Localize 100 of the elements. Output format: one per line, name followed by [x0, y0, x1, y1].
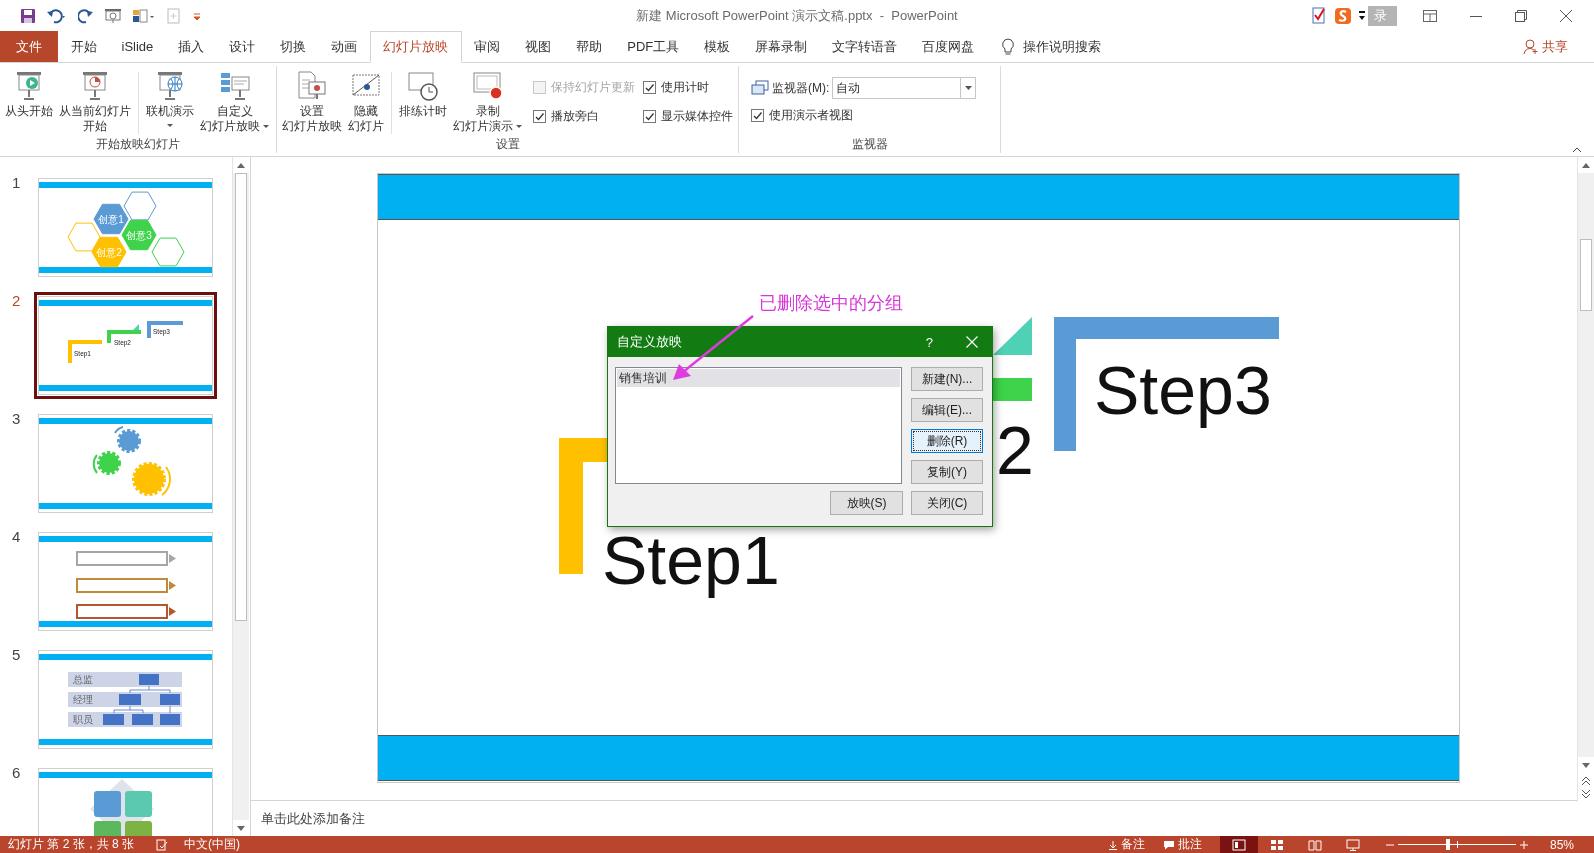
- app-badge-icon[interactable]: [1334, 6, 1352, 25]
- ribbon-tab[interactable]: iSlide: [109, 31, 166, 62]
- previous-slide-icon[interactable]: [1582, 777, 1590, 786]
- ribbon-options-icon[interactable]: [1423, 9, 1437, 22]
- scroll-thumb[interactable]: [1580, 239, 1592, 311]
- view-button[interactable]: [1219, 836, 1258, 853]
- ribbon-button[interactable]: 从头开始: [2, 68, 56, 121]
- ribbon-tab[interactable]: 百度网盘: [909, 31, 987, 62]
- window-title: 新建 Microsoft PowerPoint 演示文稿.pptx - PowerPoint: [636, 6, 958, 25]
- checkbox[interactable]: 显示媒体控件: [643, 108, 733, 125]
- ribbon-button[interactable]: 从当前幻灯片 开始: [56, 68, 134, 136]
- scroll-up-icon[interactable]: [237, 162, 245, 168]
- language-indicator[interactable]: 中文(中国): [184, 836, 241, 853]
- slide-number: 5: [11, 646, 22, 663]
- presenter-icon[interactable]: [104, 7, 122, 24]
- ribbon-tab[interactable]: 设计: [216, 31, 268, 62]
- save-icon[interactable]: [20, 7, 36, 24]
- dialog-button[interactable]: 放映(S): [830, 491, 903, 515]
- file-tab[interactable]: 文件: [0, 31, 58, 62]
- collapse-ribbon-icon[interactable]: [1572, 147, 1582, 153]
- scroll-down-icon[interactable]: [237, 825, 245, 831]
- restore-icon[interactable]: [1515, 9, 1527, 22]
- document-screen-icon: [296, 70, 328, 102]
- dialog-button[interactable]: 编辑(E)...: [911, 398, 983, 422]
- ribbon-tab[interactable]: 屏幕录制: [742, 31, 820, 62]
- toolbar-label: 录: [1368, 5, 1397, 26]
- checkmark-icon: [644, 82, 655, 93]
- redo-icon[interactable]: [78, 7, 94, 24]
- slide-counter: 幻灯片 第 2 张，共 8 张: [8, 836, 135, 853]
- thumbnail-text: 创意2: [96, 247, 122, 258]
- screen-view-icon: [1345, 838, 1360, 851]
- undo-icon[interactable]: [46, 7, 68, 24]
- ribbon-tab[interactable]: 视图: [512, 31, 564, 62]
- group-label: 设置: [494, 136, 521, 153]
- ribbon-tab[interactable]: 切换: [267, 31, 319, 62]
- checkbox[interactable]: 使用演示者视图: [751, 107, 977, 124]
- checkbox[interactable]: 使用计时: [643, 79, 733, 96]
- notes-icon: [1107, 839, 1118, 850]
- ribbon-button[interactable]: 设置 幻灯片放映: [279, 68, 345, 136]
- person-add-icon: [1523, 38, 1539, 55]
- ribbon-button[interactable]: 隐藏 幻灯片: [345, 68, 387, 136]
- ribbon-tab[interactable]: PDF工具: [614, 31, 692, 62]
- ribbon-tab[interactable]: 审阅: [461, 31, 513, 62]
- ribbon-tab[interactable]: 动画: [318, 31, 370, 62]
- scroll-thumb[interactable]: [235, 173, 247, 621]
- notes-placeholder[interactable]: 单击此处添加备注: [261, 809, 365, 828]
- dialog-button[interactable]: 复制(Y): [911, 460, 983, 484]
- layout-icon[interactable]: [132, 7, 156, 24]
- book-view-icon: [1307, 838, 1322, 851]
- annotation-text: 已删除选中的分组: [759, 292, 903, 315]
- dialog-button[interactable]: 新建(N)...: [911, 367, 983, 391]
- clock-screen-icon: [407, 70, 439, 102]
- checkmark-icon: [752, 110, 763, 121]
- notes-button[interactable]: 备注: [1107, 836, 1145, 853]
- thumbnail-text: 创意1: [98, 214, 124, 225]
- slide-number: 3: [11, 410, 22, 427]
- scroll-down-icon[interactable]: [1582, 762, 1590, 768]
- slide-number: 4: [11, 528, 22, 545]
- ribbon-tab[interactable]: 幻灯片放映: [369, 31, 462, 63]
- zoom-in-icon[interactable]: [1519, 840, 1528, 849]
- document-check-icon[interactable]: [1310, 6, 1328, 25]
- ribbon-tab[interactable]: 模板: [691, 31, 743, 62]
- close-icon[interactable]: [1560, 9, 1572, 22]
- checkmark-icon: [644, 111, 655, 122]
- thumbnail-text: 创意3: [126, 230, 152, 241]
- scroll-up-icon[interactable]: [1582, 162, 1590, 168]
- select-field[interactable]: 自动: [832, 77, 977, 99]
- ribbon-button[interactable]: 联机演示: [143, 68, 197, 130]
- ribbon-tab[interactable]: 插入: [165, 31, 217, 62]
- ribbon-button[interactable]: 排练计时: [396, 68, 450, 121]
- dialog-button[interactable]: 关闭(C): [911, 491, 983, 515]
- share-button[interactable]: 共享: [1523, 31, 1568, 62]
- slider-thumb[interactable]: [1445, 839, 1450, 850]
- comments-button[interactable]: 批注: [1162, 836, 1202, 853]
- dialog-button[interactable]: 删除(R): [911, 429, 983, 453]
- checkbox[interactable]: 播放旁白: [533, 108, 635, 125]
- lightbulb-icon: [1000, 37, 1015, 56]
- ribbon-button[interactable]: 录制 幻灯片演示: [450, 68, 525, 136]
- group-label: 开始放映幻灯片: [95, 136, 181, 153]
- list-box[interactable]: 销售培训: [615, 367, 902, 484]
- record-screen-icon: [471, 70, 504, 102]
- scrollbar[interactable]: [1577, 157, 1594, 802]
- group-label: 监视器: [850, 136, 889, 153]
- ribbon-tab[interactable]: 帮助: [563, 31, 615, 62]
- ribbon-tab[interactable]: 开始: [58, 31, 109, 62]
- search-link[interactable]: 操作说明搜索: [1022, 37, 1101, 56]
- triangle-shape: [993, 317, 1032, 355]
- thumbnail-text: 总监: [73, 674, 93, 685]
- next-slide-icon[interactable]: [1582, 789, 1590, 798]
- list-item[interactable]: 销售培训: [617, 369, 900, 387]
- ribbon-tab[interactable]: 文字转语音: [819, 31, 910, 62]
- grid-view-icon: [1269, 838, 1284, 851]
- scrollbar[interactable]: [232, 157, 249, 836]
- slide-number: 1: [11, 174, 22, 191]
- thumbnail-text: 经理: [73, 694, 93, 705]
- zoom-level[interactable]: 85%: [1549, 837, 1574, 852]
- help-button[interactable]: ?: [925, 334, 933, 350]
- ribbon-button[interactable]: 自定义 幻灯片放映: [197, 68, 272, 136]
- zoom-slider[interactable]: [1397, 839, 1516, 850]
- spelling-check-icon[interactable]: [156, 838, 169, 851]
